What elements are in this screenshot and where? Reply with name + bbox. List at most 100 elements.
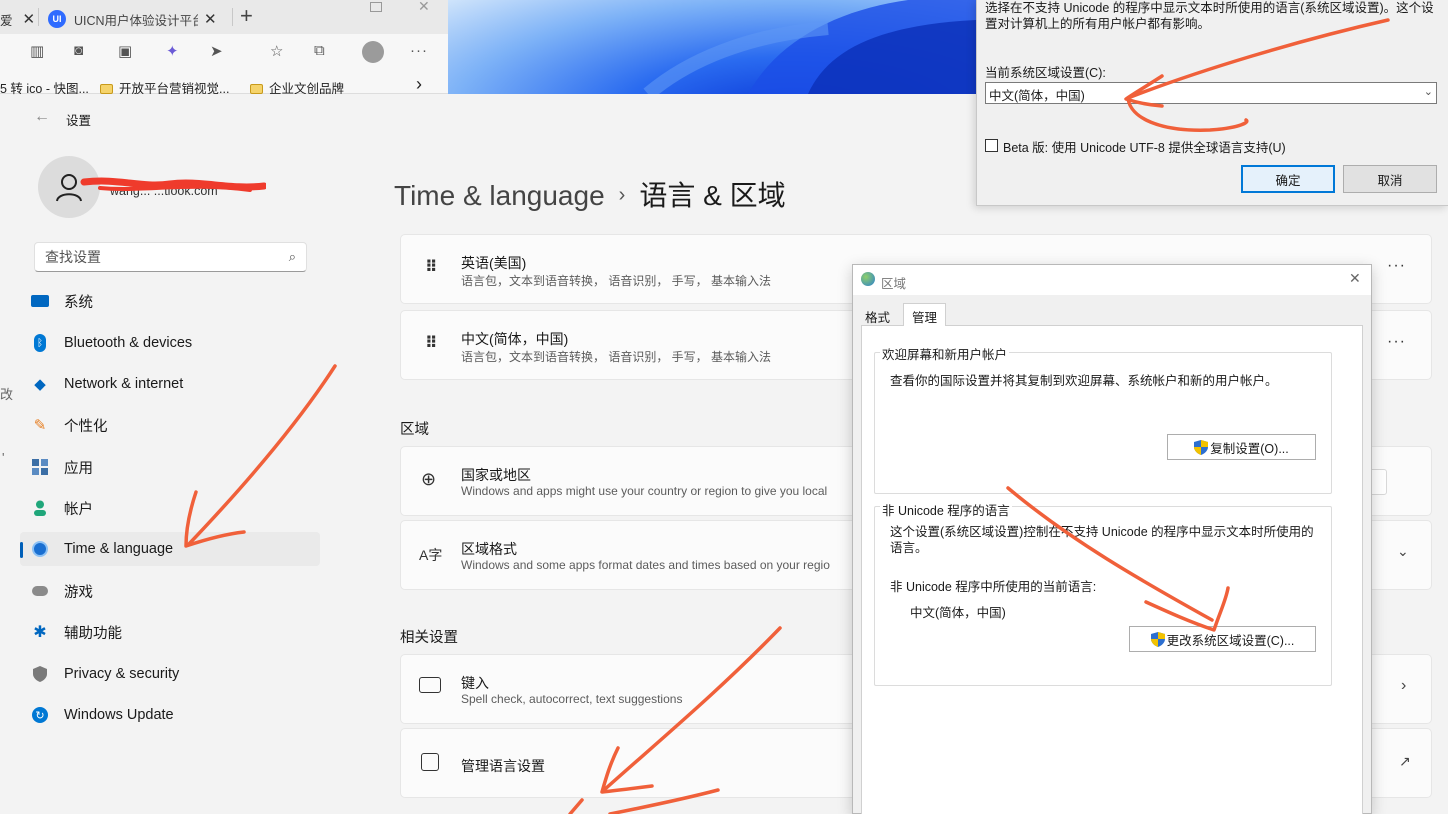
browser-tab-strip: 爱 ✕ UI UICN用户体验设计平台 ✕ + ✕	[0, 0, 448, 34]
section-heading-region: 区域	[400, 422, 429, 438]
camera-icon[interactable]: ◙	[74, 42, 83, 59]
locale-description: 选择在不支持 Unicode 的程序中显示文本时所使用的语言(系统区域设置)。这…	[985, 1, 1434, 31]
sidebar-item-privacy[interactable]: Privacy & security	[20, 657, 320, 691]
cancel-button[interactable]: 取消	[1343, 165, 1437, 193]
sidebar-item-label: 辅助功能	[64, 625, 122, 642]
maximize-icon[interactable]	[370, 2, 382, 12]
search-input[interactable]: 查找设置 ⌕	[34, 242, 307, 272]
browser-toolbar: ▥ ◙ ▣ ✦ ➤ ☆ ⧉ ···	[0, 34, 448, 70]
search-placeholder: 查找设置	[45, 249, 101, 265]
desktop-wallpaper	[448, 0, 976, 94]
favorites-star-icon[interactable]: ☆	[270, 42, 283, 60]
beta-utf8-checkbox[interactable]	[985, 139, 998, 152]
setting-title: 键入	[461, 675, 489, 691]
external-link-icon[interactable]: ↗	[1399, 753, 1411, 770]
sidebar-item-apps[interactable]: 应用	[20, 450, 320, 484]
beta-utf8-label: Beta 版: 使用 Unicode UTF-8 提供全球语言支持(U)	[1003, 141, 1286, 155]
collections-icon[interactable]: ⧉	[314, 42, 325, 59]
sidebar-item-label: Bluetooth & devices	[64, 335, 193, 351]
dialog-title: 区域	[881, 277, 907, 291]
reader-icon[interactable]: ▥	[30, 42, 44, 60]
cursor-icon[interactable]: ➤	[210, 42, 223, 60]
sidebar-item-windows-update[interactable]: ↻ Windows Update	[20, 698, 320, 732]
new-tab-button[interactable]: +	[240, 3, 253, 29]
group-label: 非 Unicode 程序的语言	[880, 500, 1012, 519]
sidebar-item-system[interactable]: 系统	[20, 284, 320, 318]
section-heading-related: 相关设置	[400, 630, 458, 646]
profile-icon[interactable]	[362, 41, 384, 63]
sidebar-item-gaming[interactable]: 游戏	[20, 574, 320, 608]
browser-tab[interactable]: 爱 ✕	[0, 4, 34, 34]
locale-select[interactable]: 中文(简体，中国) ⌄	[985, 82, 1437, 104]
favorites-overflow-chevron[interactable]: ›	[416, 74, 422, 95]
keyboard-icon	[419, 677, 441, 693]
more-options-icon[interactable]: ···	[1387, 257, 1406, 275]
dialog-titlebar: 区域 ✕	[853, 265, 1371, 295]
sidebar-item-label: Windows Update	[64, 707, 174, 723]
change-system-locale-button[interactable]: 更改系统区域设置(C)...	[1129, 626, 1316, 652]
tab-divider	[38, 8, 39, 26]
copy-settings-button[interactable]: 复制设置(O)...	[1167, 434, 1316, 460]
sidebar-item-time-language[interactable]: Time & language	[20, 532, 320, 566]
folder-icon	[100, 84, 113, 94]
sidebar-item-label: 游戏	[64, 584, 93, 601]
sidebar-item-personalization[interactable]: ✎ 个性化	[20, 408, 320, 442]
sidebar-item-accounts[interactable]: 帐户	[20, 491, 320, 525]
close-icon[interactable]: ✕	[23, 10, 34, 28]
locale-select-value: 中文(简体，中国)	[989, 89, 1085, 103]
search-icon: ⌕	[288, 249, 296, 264]
shield-icon	[30, 664, 50, 684]
wifi-icon: ◆	[34, 376, 46, 393]
tab-title: 爱	[0, 13, 13, 28]
breadcrumb-parent[interactable]: Time & language	[394, 180, 605, 211]
tab-divider	[232, 8, 233, 26]
tab-formats[interactable]: 格式	[865, 307, 890, 326]
window-title: 设置	[66, 114, 92, 128]
language-features: 语言包，文本到语音转换， 语音识别， 手写， 基本输入法	[461, 350, 772, 364]
drag-handle-icon[interactable]: ⠿	[425, 257, 437, 277]
setting-title: 区域格式	[461, 541, 517, 557]
chevron-right-icon: ›	[618, 184, 626, 206]
sidebar-item-bluetooth[interactable]: ᛒ Bluetooth & devices	[20, 326, 320, 360]
sidebar-item-label: Privacy & security	[64, 666, 180, 682]
language-name: 中文(简体，中国)	[461, 331, 569, 347]
close-icon[interactable]: ✕	[204, 10, 217, 28]
sidebar-item-label: Time & language	[64, 541, 174, 557]
tab-administrative[interactable]: 管理	[903, 303, 947, 326]
wallpaper-bloom	[643, 0, 976, 94]
welcome-description: 查看你的国际设置并将其复制到欢迎屏幕、系统帐户和新的用户帐户。	[890, 374, 1278, 388]
language-features: 语言包，文本到语音转换， 语音识别， 手写， 基本输入法	[461, 274, 772, 288]
apps-icon	[30, 457, 50, 477]
drag-handle-icon[interactable]: ⠿	[425, 333, 437, 353]
setting-title: 国家或地区	[461, 467, 531, 483]
more-icon[interactable]: ···	[410, 42, 428, 59]
language-name: 英语(美国)	[461, 255, 527, 271]
more-options-icon[interactable]: ···	[1387, 333, 1406, 351]
back-arrow-icon[interactable]: ←	[34, 108, 50, 126]
bluetooth-icon: ᛒ	[30, 333, 50, 353]
breadcrumb: Time & language › 语言 & 区域	[394, 174, 786, 214]
change-system-locale-label: 更改系统区域设置(C)...	[1166, 633, 1295, 648]
edge-fragment: 改	[0, 387, 14, 402]
copy-settings-label: 复制设置(O)...	[1210, 441, 1289, 456]
browser-window: 爱 ✕ UI UICN用户体验设计平台 ✕ + ✕ ▥ ◙ ▣ ✦ ➤ ☆ ⧉ …	[0, 0, 448, 96]
current-locale-label: 当前系统区域设置(C):	[985, 66, 1106, 80]
regional-format-icon: A字	[419, 547, 443, 563]
close-window-icon[interactable]: ✕	[418, 0, 430, 15]
extension-icon[interactable]: ✦	[166, 42, 179, 60]
sidebar-item-accessibility[interactable]: ✱ 辅助功能	[20, 615, 320, 649]
chevron-down-icon[interactable]: ⌄	[1397, 543, 1409, 560]
browser-tab-uicn[interactable]: UI UICN用户体验设计平台 ✕	[48, 4, 228, 34]
monitor-icon	[30, 291, 50, 311]
region-globe-icon	[861, 272, 875, 286]
image-icon[interactable]: ▣	[118, 42, 132, 60]
sidebar-item-network[interactable]: ◆ Network & internet	[20, 367, 320, 401]
chevron-right-icon[interactable]: ›	[1401, 677, 1406, 695]
chevron-down-icon: ⌄	[1423, 86, 1433, 98]
uac-shield-icon	[1194, 439, 1209, 455]
setting-title: 管理语言设置	[461, 758, 545, 774]
page-title: 语言 & 区域	[639, 180, 786, 211]
ok-button[interactable]: 确定	[1241, 165, 1335, 193]
close-icon[interactable]: ✕	[1349, 270, 1361, 287]
sidebar-item-label: 应用	[64, 460, 93, 477]
